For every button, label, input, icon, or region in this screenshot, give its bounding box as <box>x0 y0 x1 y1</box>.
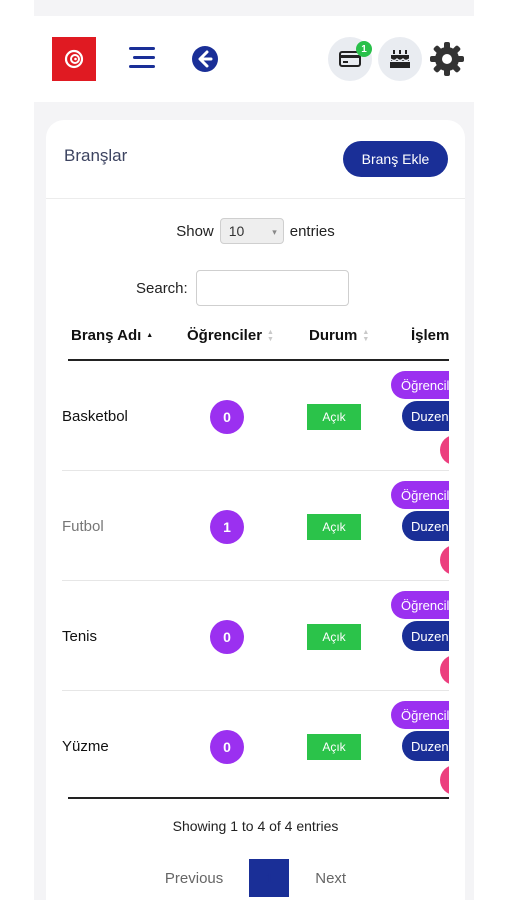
status-badge: Açık <box>307 514 361 540</box>
students-button[interactable]: Öğrenciler <box>391 371 449 399</box>
student-count-badge: 0 <box>210 620 244 654</box>
table-row: Basketbol 0 Açık Öğrenciler Duzenle <box>62 361 449 471</box>
next-button[interactable]: Next <box>315 870 346 887</box>
column-header-status[interactable]: Durum ▲ ▼ <box>309 327 369 344</box>
sort-icon: ▲ <box>146 332 154 339</box>
column-header-actions-label: İşlem <box>411 327 449 344</box>
birthday-button[interactable] <box>378 37 422 81</box>
status-badge: Açık <box>307 624 361 650</box>
page-button-current[interactable]: 1 <box>249 859 290 897</box>
back-arrow-icon[interactable] <box>190 44 220 74</box>
column-header-actions: İşlem <box>411 327 449 344</box>
branches-table: Branş Adı ▲ Öğrenciler ▲ ▼ Durum ▲ ▼ İşlem… <box>62 315 449 805</box>
delete-button[interactable] <box>440 545 449 575</box>
table-row: Futbol 1 Açık Öğrenciler Duzenle <box>62 471 449 581</box>
sort-icon: ▲ ▼ <box>267 328 274 343</box>
column-header-name-label: Branş Adı <box>71 327 142 344</box>
entries-length-control: Show 10 ▾ entries <box>46 217 465 245</box>
edit-button[interactable]: Duzenle <box>402 511 449 541</box>
student-count-badge: 0 <box>210 730 244 764</box>
table-row: Tenis 0 Açık Öğrenciler Duzenle <box>62 581 449 691</box>
branch-name: Tenis <box>62 628 98 645</box>
branch-name: Yüzme <box>62 738 109 755</box>
top-strip <box>34 0 474 16</box>
entries-select[interactable]: 10 ▾ <box>219 218 284 244</box>
birthday-cake-icon <box>390 50 410 68</box>
column-header-name[interactable]: Branş Adı ▲ <box>71 327 153 344</box>
show-label: Show <box>176 222 214 240</box>
branch-name: Futbol <box>62 518 104 535</box>
column-header-status-label: Durum <box>309 327 358 344</box>
branch-name: Basketbol <box>62 408 128 425</box>
table-row: Yüzme 0 Açık Öğrenciler Duzenle <box>62 691 449 801</box>
logo-icon <box>64 49 84 69</box>
notification-badge: 1 <box>356 41 372 57</box>
page-title: Branşlar <box>64 146 128 165</box>
previous-button[interactable]: Previous <box>165 870 223 887</box>
column-header-students[interactable]: Öğrenciler ▲ ▼ <box>187 327 274 344</box>
student-count-badge: 1 <box>210 510 244 544</box>
students-button[interactable]: Öğrenciler <box>391 481 449 509</box>
card-divider <box>46 198 465 199</box>
delete-button[interactable] <box>440 435 449 465</box>
students-button[interactable]: Öğrenciler <box>391 591 449 619</box>
column-header-students-label: Öğrenciler <box>187 327 263 344</box>
status-badge: Açık <box>307 734 361 760</box>
delete-button[interactable] <box>440 765 449 795</box>
entries-select-value: 10 <box>228 223 245 239</box>
edit-button[interactable]: Duzenle <box>402 621 449 651</box>
table-info: Showing 1 to 4 of 4 entries <box>172 818 339 834</box>
sort-icon: ▲ ▼ <box>362 328 370 343</box>
chevron-down-icon: ▾ <box>272 227 277 237</box>
delete-button[interactable] <box>440 655 449 685</box>
edit-button[interactable]: Duzenle <box>402 731 449 761</box>
search-label: Search: <box>136 279 188 297</box>
app-logo[interactable] <box>52 37 96 81</box>
search-control: Search: <box>136 270 349 306</box>
search-input[interactable] <box>195 270 349 306</box>
gear-icon[interactable] <box>427 39 467 79</box>
table-footer-border <box>68 797 449 799</box>
branches-card: Branşlar Branş Ekle Show 10 ▾ entries Se… <box>46 120 465 900</box>
status-badge: Açık <box>307 404 361 430</box>
students-button[interactable]: Öğrenciler <box>391 701 449 729</box>
add-branch-button[interactable]: Branş Ekle <box>343 141 448 177</box>
pagination: Previous 1 Next <box>46 858 465 898</box>
edit-button[interactable]: Duzenle <box>402 401 449 431</box>
entries-label: entries <box>289 222 335 240</box>
hamburger-menu-icon[interactable] <box>127 44 159 72</box>
student-count-badge: 0 <box>210 400 244 434</box>
